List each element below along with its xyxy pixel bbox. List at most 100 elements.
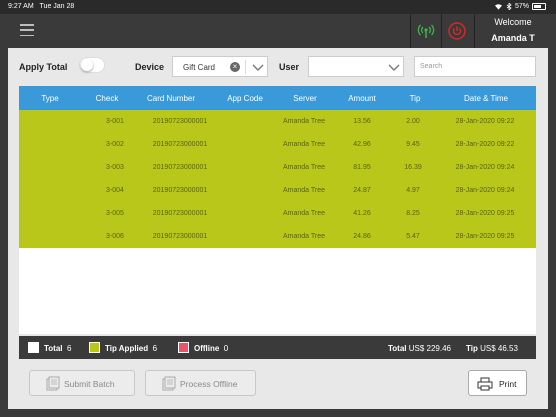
- process-offline-label: Process Offline: [180, 379, 238, 389]
- battery-percent: 57%: [514, 3, 529, 10]
- column-header-check[interactable]: Check: [96, 94, 119, 103]
- divider: [245, 60, 246, 74]
- cell-server: Amanda Tree: [282, 164, 326, 171]
- submit-batch-label: Submit Batch: [64, 379, 115, 389]
- cell-server: Amanda Tree: [282, 141, 326, 148]
- battery-icon: [532, 3, 546, 10]
- status-right: 57%: [494, 3, 546, 10]
- cell-check: 3-005: [106, 210, 124, 217]
- column-header-tip[interactable]: Tip: [410, 94, 421, 103]
- cell-date-time: 28-Jan-2020 09:24: [455, 164, 515, 171]
- clear-icon[interactable]: ×: [230, 62, 240, 72]
- batch-icon: [46, 376, 60, 391]
- cell-amount: 41.26: [353, 210, 371, 217]
- column-header-app-code[interactable]: App Code: [227, 94, 263, 103]
- column-header-amount[interactable]: Amount: [348, 94, 376, 103]
- column-header-card-number[interactable]: Card Number: [147, 94, 195, 103]
- tip-total: Tip US$ 46.53: [466, 344, 518, 353]
- table-header: Type Check Card Number App Code Server A…: [19, 86, 536, 110]
- table-row[interactable]: 3-006 20190723000001 Amanda Tree 24.86 5…: [19, 225, 536, 248]
- column-header-type[interactable]: Type: [41, 94, 58, 103]
- cell-card-number: 20190723000001: [152, 210, 208, 217]
- user-name: Amanda T: [491, 33, 535, 43]
- cell-amount: 13.56: [353, 118, 371, 125]
- cell-card-number: 20190723000001: [152, 233, 208, 240]
- tip-applied-legend-label: Tip Applied 6: [105, 344, 158, 353]
- offline-batch-icon: [162, 376, 176, 391]
- menu-icon[interactable]: [20, 24, 34, 36]
- chevron-down-icon[interactable]: [251, 61, 265, 73]
- toggle-knob: [81, 59, 93, 71]
- apply-total-label: Apply Total: [19, 62, 68, 72]
- user-select[interactable]: [308, 56, 404, 77]
- transactions-table: Type Check Card Number App Code Server A…: [19, 86, 536, 334]
- cell-server: Amanda Tree: [282, 118, 326, 125]
- device-value: Gift Card: [183, 63, 216, 72]
- cell-server: Amanda Tree: [282, 210, 326, 217]
- print-button[interactable]: Print: [468, 370, 527, 396]
- signal-icon: [417, 24, 435, 38]
- process-offline-button[interactable]: Process Offline: [145, 370, 256, 396]
- cell-tip: 9.45: [406, 141, 420, 148]
- divider: [441, 14, 442, 48]
- device-select[interactable]: Gift Card ×: [172, 56, 268, 77]
- cell-tip: 4.97: [406, 187, 420, 194]
- status-bar: 9:27 AM Tue Jan 28 57%: [0, 0, 556, 14]
- cell-amount: 81.95: [353, 164, 371, 171]
- divider: [474, 14, 475, 48]
- print-label: Print: [499, 379, 517, 389]
- apply-total-toggle[interactable]: [79, 57, 105, 73]
- status-time: 9:27 AM Tue Jan 28: [8, 3, 75, 10]
- device-label: Device: [135, 62, 165, 72]
- summary-bar: Total 6 Tip Applied 6 Offline 0 Total US…: [19, 336, 536, 359]
- cell-amount: 42.96: [353, 141, 371, 148]
- offline-legend-swatch: [178, 342, 189, 353]
- cell-date-time: 28-Jan-2020 09:25: [455, 210, 515, 217]
- table-row[interactable]: 3-002 20190723000001 Amanda Tree 42.96 9…: [19, 133, 536, 156]
- cell-date-time: 28-Jan-2020 09:25: [455, 233, 515, 240]
- cell-tip: 2.00: [406, 118, 420, 125]
- cell-check: 3-006: [106, 233, 124, 240]
- cell-amount: 24.87: [353, 187, 371, 194]
- cell-card-number: 20190723000001: [152, 187, 208, 194]
- divider: [410, 14, 411, 48]
- top-bar: Welcome Amanda T: [8, 14, 548, 48]
- headphones-icon: [506, 3, 512, 10]
- cell-check: 3-002: [106, 141, 124, 148]
- tip-applied-legend-swatch: [89, 342, 100, 353]
- cell-tip: 5.47: [406, 233, 420, 240]
- cell-check: 3-003: [106, 164, 124, 171]
- printer-icon: [477, 377, 493, 391]
- cell-check: 3-001: [106, 118, 124, 125]
- power-button[interactable]: [444, 18, 470, 44]
- table-row[interactable]: 3-001 20190723000001 Amanda Tree 13.56 2…: [19, 110, 536, 133]
- submit-batch-button[interactable]: Submit Batch: [29, 370, 135, 396]
- total-legend-swatch: [28, 342, 39, 353]
- cell-amount: 24.86: [353, 233, 371, 240]
- offline-legend-label: Offline 0: [194, 344, 229, 353]
- user-label: User: [279, 62, 300, 72]
- cell-tip: 8.25: [406, 210, 420, 217]
- welcome-text: Welcome: [494, 17, 532, 27]
- cell-tip: 16.39: [404, 164, 422, 171]
- search-placeholder: Search: [420, 63, 443, 70]
- cell-date-time: 28-Jan-2020 09:22: [455, 141, 515, 148]
- search-input[interactable]: Search: [414, 56, 536, 77]
- cell-server: Amanda Tree: [282, 187, 326, 194]
- wifi-status-icon: [494, 4, 502, 10]
- table-row[interactable]: 3-004 20190723000001 Amanda Tree 24.87 4…: [19, 179, 536, 202]
- table-row[interactable]: 3-003 20190723000001 Amanda Tree 81.95 1…: [19, 156, 536, 179]
- chevron-down-icon[interactable]: [387, 61, 401, 73]
- power-icon: [448, 22, 466, 40]
- cell-date-time: 28-Jan-2020 09:24: [455, 187, 515, 194]
- cell-date-time: 28-Jan-2020 09:22: [455, 118, 515, 125]
- column-header-date-time[interactable]: Date & Time: [464, 94, 508, 103]
- cell-server: Amanda Tree: [282, 233, 326, 240]
- total-legend-label: Total 6: [44, 344, 72, 353]
- user-welcome: Welcome Amanda T: [478, 17, 548, 43]
- table-row[interactable]: 3-005 20190723000001 Amanda Tree 41.26 8…: [19, 202, 536, 225]
- grand-total: Total US$ 229.46: [388, 344, 452, 353]
- cell-card-number: 20190723000001: [152, 141, 208, 148]
- connection-status-button[interactable]: [413, 18, 439, 44]
- column-header-server[interactable]: Server: [293, 94, 317, 103]
